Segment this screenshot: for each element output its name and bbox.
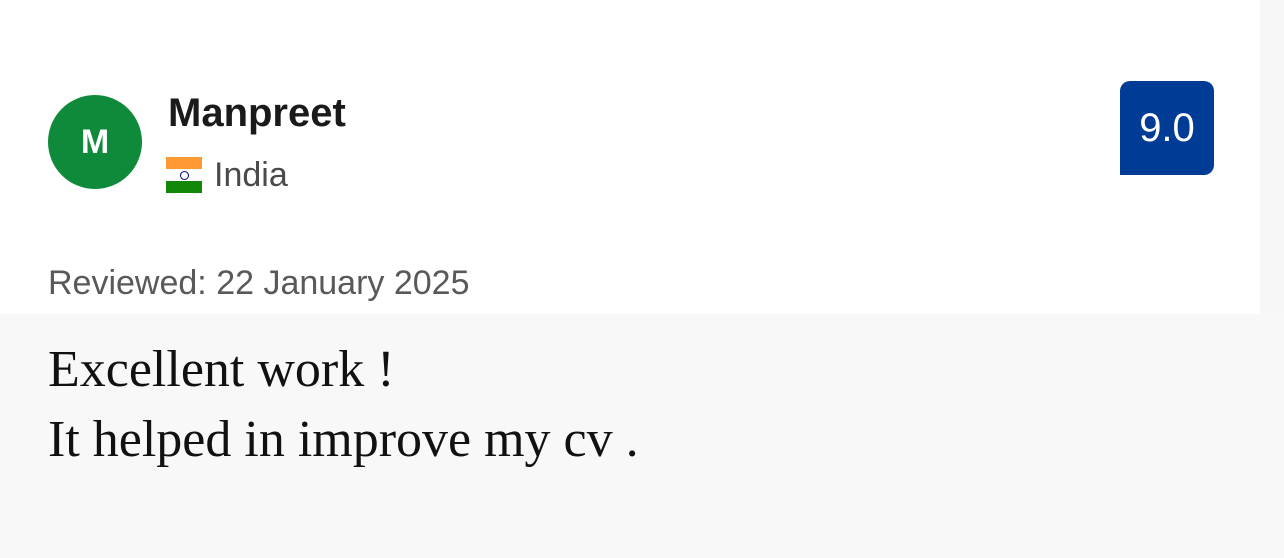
india-flag-icon xyxy=(166,157,202,193)
reviewer-country: India xyxy=(166,155,288,195)
review-text: Excellent work ! It helped in improve my… xyxy=(0,314,1284,558)
review-header: M Manpreet India 9.0 Reviewed: 22 Januar… xyxy=(0,0,1260,314)
review-text-line: It helped in improve my cv . xyxy=(48,411,639,468)
country-label: India xyxy=(214,156,288,194)
review-card: M Manpreet India 9.0 Reviewed: 22 Januar… xyxy=(0,0,1284,558)
avatar-initial: M xyxy=(80,122,110,161)
score-badge: 9.0 xyxy=(1120,81,1214,175)
avatar: M xyxy=(48,95,142,189)
review-text-line: Excellent work ! xyxy=(48,341,395,398)
score-value: 9.0 xyxy=(1139,105,1195,150)
reviewer-name: Manpreet xyxy=(168,91,346,135)
review-date: Reviewed: 22 January 2025 xyxy=(48,264,470,302)
